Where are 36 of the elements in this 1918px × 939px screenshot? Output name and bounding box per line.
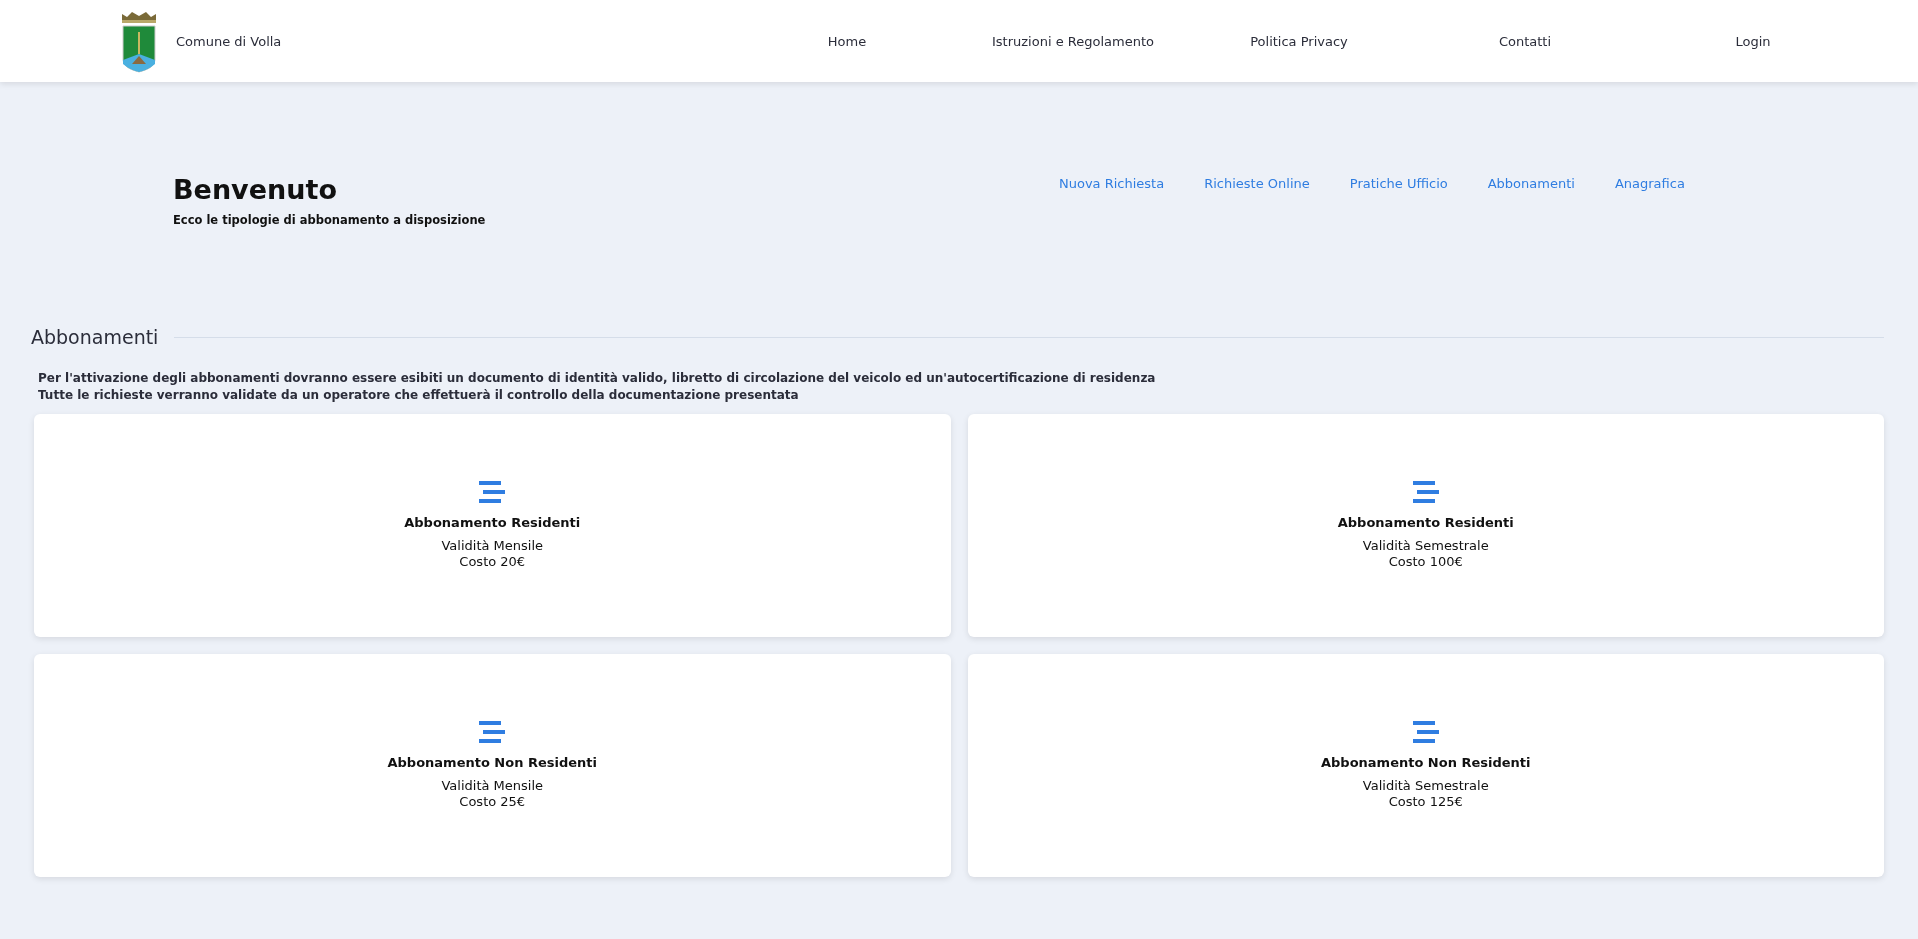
section-link[interactable]: Richieste Online — [1204, 176, 1310, 191]
info-text: Tutte le richieste verranno validate da un operatore che effettuerà il controllo della documentazione presentata — [38, 387, 800, 404]
nav-link[interactable]: Istruzioni e Regolamento — [960, 33, 1186, 49]
page-title: Benvenuto — [173, 174, 338, 205]
cost-text: Costo 25€ — [459, 794, 526, 810]
section-link[interactable]: Nuova Richiesta — [1059, 176, 1165, 191]
info-text: Per l'attivazione degli abbonamenti dovranno essere esibiti un documento di identità valido, libretto di circolazione del veicolo ed un'autocertificazione di residenza — [38, 370, 1157, 387]
nav-link[interactable]: Politica Privacy — [1186, 33, 1412, 49]
subscription-card[interactable]: Abbonamento Residenti Validità Semestrale Costo 100€ — [967, 414, 1884, 637]
nav-link[interactable]: Login — [1638, 33, 1868, 49]
nav-link[interactable]: Home — [734, 33, 960, 49]
subscription-card[interactable]: Abbonamento Residenti Validità Mensile Costo 20€ — [34, 414, 951, 637]
menu-lines-icon — [479, 721, 506, 743]
menu-lines-icon — [1412, 721, 1439, 743]
validity-text: Validità Mensile — [441, 538, 544, 554]
section-link[interactable]: Abbonamenti — [1487, 176, 1575, 191]
card-title: Abbonamento Residenti — [1337, 515, 1514, 530]
cost-text: Costo 20€ — [459, 554, 526, 570]
validity-text: Validità Semestrale — [1362, 778, 1489, 794]
validity-text: Validità Mensile — [441, 778, 544, 794]
subscription-card[interactable]: Abbonamento Non Residenti Validità Mensile Costo 25€ — [34, 654, 951, 877]
section-link[interactable]: Anagrafica — [1614, 176, 1685, 191]
menu-lines-icon — [479, 481, 506, 503]
page-subtitle: Ecco le tipologie di abbonamento a disposizione — [173, 213, 486, 227]
subscription-card[interactable]: Abbonamento Non Residenti Validità Semestrale Costo 125€ — [967, 654, 1884, 877]
cost-text: Costo 125€ — [1388, 794, 1463, 810]
nav-link[interactable]: Contatti — [1412, 33, 1638, 49]
cost-text: Costo 100€ — [1388, 554, 1463, 570]
section-title: Abbonamenti — [31, 326, 159, 348]
card-title: Abbonamento Residenti — [404, 515, 581, 530]
validity-text: Validità Semestrale — [1362, 538, 1489, 554]
card-title: Abbonamento Non Residenti — [387, 755, 598, 770]
site-name: Comune di Volla — [176, 33, 282, 49]
menu-lines-icon — [1412, 481, 1439, 503]
card-title: Abbonamento Non Residenti — [1320, 755, 1531, 770]
section-link[interactable]: Pratiche Ufficio — [1349, 176, 1448, 191]
